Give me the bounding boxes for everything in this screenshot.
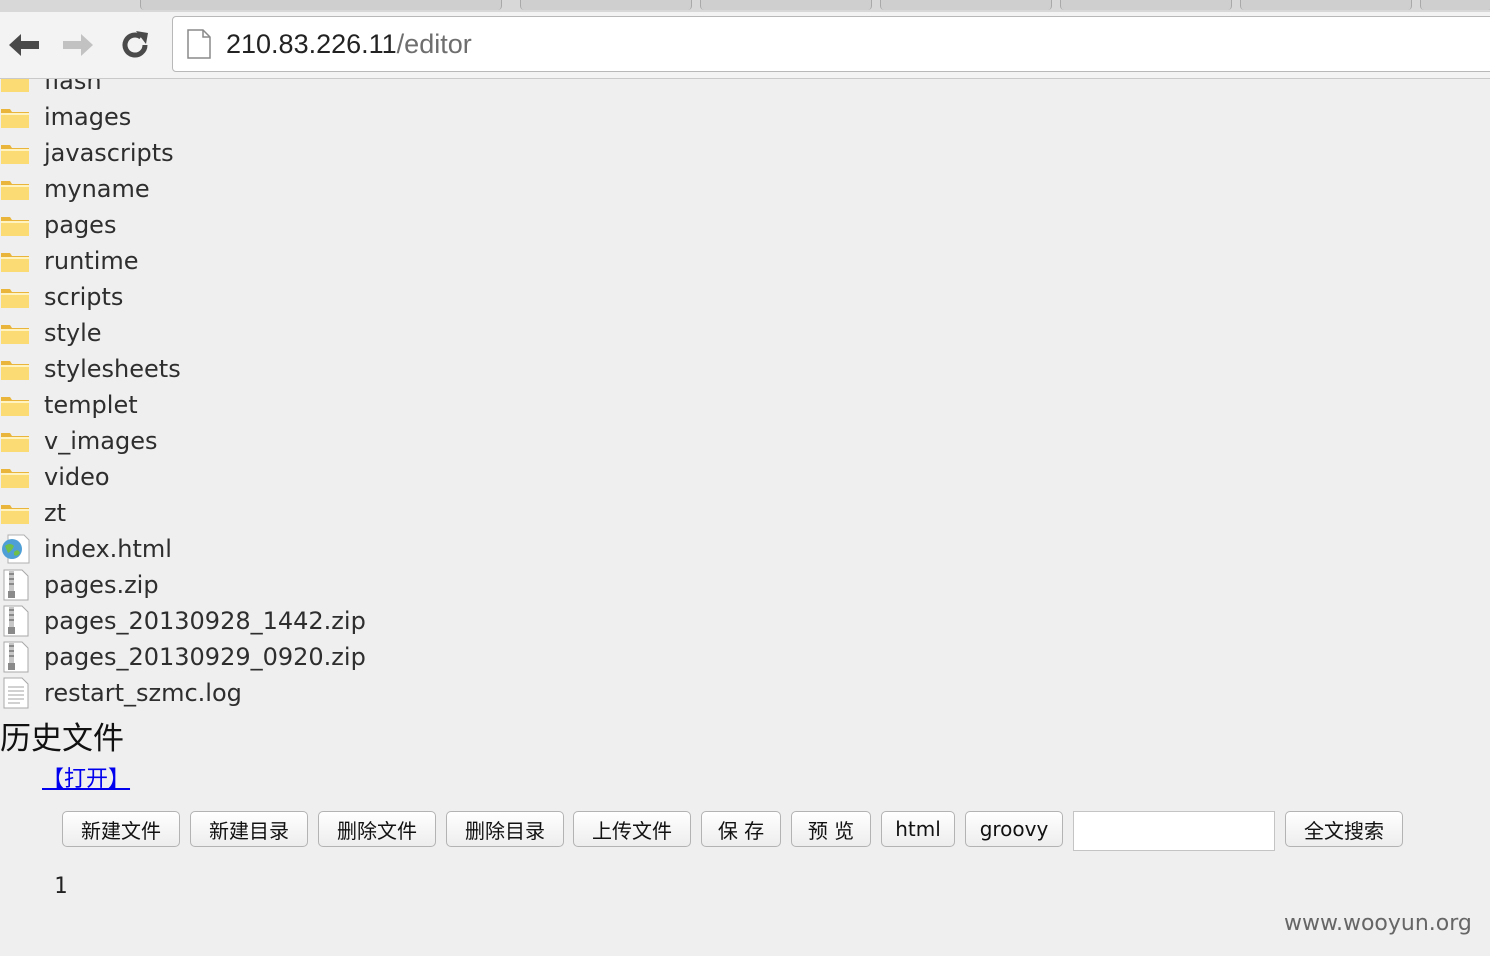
- file-list-item[interactable]: javascripts: [0, 135, 366, 171]
- file-name[interactable]: index.html: [44, 535, 172, 563]
- file-list-item[interactable]: scripts: [0, 279, 366, 315]
- delete-directory-button[interactable]: 删除目录: [446, 811, 564, 847]
- file-list-item[interactable]: zt: [0, 495, 366, 531]
- url-text[interactable]: 210.83.226.11/editor: [226, 29, 472, 59]
- browser-tab[interactable]: [140, 0, 502, 10]
- save-button[interactable]: 保 存: [701, 811, 781, 847]
- file-name[interactable]: javascripts: [44, 139, 174, 167]
- file-list-item[interactable]: stylesheets: [0, 351, 366, 387]
- browser-tab[interactable]: [1060, 0, 1232, 10]
- folder-icon: [0, 425, 32, 457]
- url-path: /editor: [396, 29, 472, 59]
- folder-icon: [0, 209, 32, 241]
- file-name[interactable]: flash: [44, 79, 102, 95]
- file-name[interactable]: pages: [44, 211, 116, 239]
- browser-tab[interactable]: [1240, 0, 1412, 10]
- file-name[interactable]: zt: [44, 499, 66, 527]
- zip-file-icon: [0, 605, 32, 637]
- file-list-item[interactable]: restart_szmc.log: [0, 675, 366, 711]
- html-mode-button[interactable]: html: [881, 811, 955, 847]
- open-history-link[interactable]: 【打开】: [42, 761, 130, 793]
- folder-icon: [0, 79, 32, 97]
- file-name[interactable]: templet: [44, 391, 138, 419]
- editor-line-number: 1: [54, 874, 68, 899]
- file-name[interactable]: runtime: [44, 247, 139, 275]
- preview-button[interactable]: 预 览: [791, 811, 871, 847]
- reload-button[interactable]: [115, 30, 155, 60]
- arrow-left-icon: [9, 34, 39, 56]
- file-list-item[interactable]: pages: [0, 207, 366, 243]
- file-name[interactable]: pages_20130929_0920.zip: [44, 643, 366, 671]
- file-list-item[interactable]: images: [0, 99, 366, 135]
- file-name[interactable]: images: [44, 103, 131, 131]
- browser-tab[interactable]: [520, 0, 692, 10]
- file-name[interactable]: myname: [44, 175, 150, 203]
- file-name[interactable]: stylesheets: [44, 355, 181, 383]
- folder-icon: [0, 497, 32, 529]
- file-name[interactable]: video: [44, 463, 110, 491]
- folder-icon: [0, 389, 32, 421]
- back-button[interactable]: [4, 30, 44, 60]
- folder-icon: [0, 101, 32, 133]
- forward-button[interactable]: [58, 30, 98, 60]
- file-name[interactable]: style: [44, 319, 102, 347]
- file-list-item[interactable]: runtime: [0, 243, 366, 279]
- text-file-icon: [0, 677, 32, 709]
- groovy-mode-button[interactable]: groovy: [965, 811, 1063, 847]
- history-files-title: 历史文件: [0, 721, 124, 757]
- folder-icon: [0, 137, 32, 169]
- watermark: www.wooyun.org: [1284, 911, 1472, 936]
- folder-icon: [0, 461, 32, 493]
- arrow-right-icon: [63, 34, 93, 56]
- new-file-button[interactable]: 新建文件: [62, 811, 180, 847]
- folder-icon: [0, 173, 32, 205]
- folder-icon: [0, 245, 32, 277]
- file-name[interactable]: scripts: [44, 283, 123, 311]
- full-text-search-button[interactable]: 全文搜索: [1285, 811, 1403, 847]
- reload-icon: [122, 31, 148, 58]
- file-list-item[interactable]: flash: [0, 79, 366, 99]
- folder-icon: [0, 281, 32, 313]
- file-list-item[interactable]: index.html: [0, 531, 366, 567]
- browser-toolbar: 210.83.226.11/editor: [0, 12, 1490, 79]
- file-name[interactable]: restart_szmc.log: [44, 679, 242, 707]
- file-list-item[interactable]: pages_20130929_0920.zip: [0, 639, 366, 675]
- file-list-item[interactable]: video: [0, 459, 366, 495]
- page-content: flash images javascripts myname pages runtime…: [0, 79, 1490, 956]
- folder-icon: [0, 317, 32, 349]
- new-directory-button[interactable]: 新建目录: [190, 811, 308, 847]
- address-bar[interactable]: 210.83.226.11/editor: [172, 16, 1490, 72]
- file-name[interactable]: pages_20130928_1442.zip: [44, 607, 366, 635]
- file-name[interactable]: v_images: [44, 427, 157, 455]
- delete-file-button[interactable]: 删除文件: [318, 811, 436, 847]
- browser-tab[interactable]: [880, 0, 1052, 10]
- file-list-item[interactable]: myname: [0, 171, 366, 207]
- browser-tab[interactable]: [1420, 0, 1490, 10]
- upload-file-button[interactable]: 上传文件: [573, 811, 691, 847]
- search-input[interactable]: [1073, 811, 1275, 851]
- file-list-item[interactable]: style: [0, 315, 366, 351]
- zip-file-icon: [0, 569, 32, 601]
- file-list-item[interactable]: pages.zip: [0, 567, 366, 603]
- html-file-icon: [0, 533, 32, 565]
- file-name[interactable]: pages.zip: [44, 571, 159, 599]
- file-list-item[interactable]: pages_20130928_1442.zip: [0, 603, 366, 639]
- file-list: flash images javascripts myname pages runtime…: [0, 79, 366, 711]
- file-list-item[interactable]: templet: [0, 387, 366, 423]
- zip-file-icon: [0, 641, 32, 673]
- file-list-item[interactable]: v_images: [0, 423, 366, 459]
- browser-tab[interactable]: [700, 0, 872, 10]
- page-icon: [187, 29, 211, 59]
- url-host: 210.83.226.11: [226, 29, 397, 59]
- folder-icon: [0, 353, 32, 385]
